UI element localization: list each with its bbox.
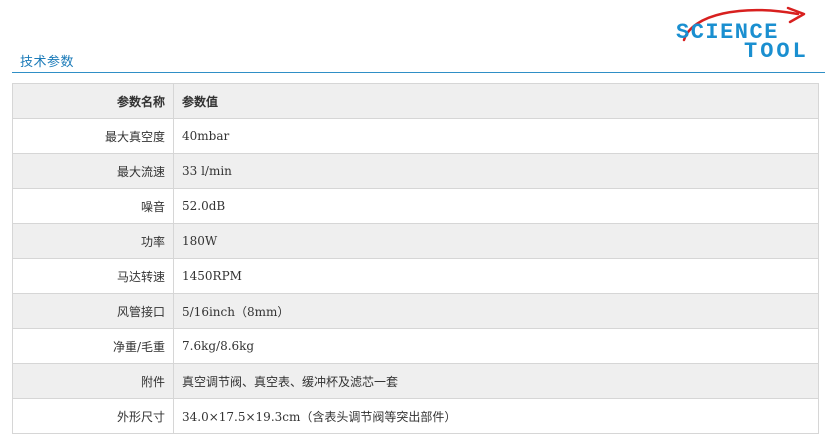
row-key-cell: 最大流速	[12, 153, 174, 189]
row-key-cell: 外形尺寸	[12, 398, 174, 434]
row-key-cell: 最大真空度	[12, 118, 174, 154]
row-value-cell: 5/16inch（8mm）	[173, 293, 819, 329]
table-row: 最大流速 33 l/min	[12, 153, 819, 189]
row-value-cell: 34.0×17.5×19.3cm（含表头调节阀等突出部件）	[173, 398, 819, 434]
row-key-cell: 功率	[12, 223, 174, 259]
row-key-cell: 噪音	[12, 188, 174, 224]
science-tool-logo: SCIENCE TOOL	[676, 6, 809, 62]
section-divider	[12, 72, 825, 73]
logo-text-line2: TOOL	[744, 39, 809, 62]
row-key-cell: 附件	[12, 363, 174, 399]
logo-swoosh-arrow	[786, 6, 806, 24]
header-value-cell: 参数值	[173, 83, 819, 119]
table-row: 功率 180W	[12, 223, 819, 259]
row-value-cell: 7.6kg/8.6kg	[173, 328, 819, 364]
row-key-cell: 净重/毛重	[12, 328, 174, 364]
table-row: 附件 真空调节阀、真空表、缓冲杯及滤芯一套	[12, 363, 819, 399]
table-row: 噪音 52.0dB	[12, 188, 819, 224]
table-row: 马达转速 1450RPM	[12, 258, 819, 294]
row-value-cell: 真空调节阀、真空表、缓冲杯及滤芯一套	[173, 363, 819, 399]
row-key-cell: 马达转速	[12, 258, 174, 294]
row-value-cell: 33 l/min	[173, 153, 819, 189]
row-value-cell: 40mbar	[173, 118, 819, 154]
table-row: 外形尺寸 34.0×17.5×19.3cm（含表头调节阀等突出部件）	[12, 398, 819, 434]
section-title: 技术参数	[20, 55, 75, 70]
table-header-row: 参数名称 参数值	[12, 83, 819, 119]
row-value-cell: 52.0dB	[173, 188, 819, 224]
table-row: 最大真空度 40mbar	[12, 118, 819, 154]
row-value-cell: 1450RPM	[173, 258, 819, 294]
row-key-cell: 风管接口	[12, 293, 174, 329]
table-row: 净重/毛重 7.6kg/8.6kg	[12, 328, 819, 364]
header-key-cell: 参数名称	[12, 83, 174, 119]
table-row: 风管接口 5/16inch（8mm）	[12, 293, 819, 329]
spec-table: 参数名称 参数值 最大真空度 40mbar 最大流速 33 l/min 噪音 5…	[12, 83, 819, 434]
row-value-cell: 180W	[173, 223, 819, 259]
